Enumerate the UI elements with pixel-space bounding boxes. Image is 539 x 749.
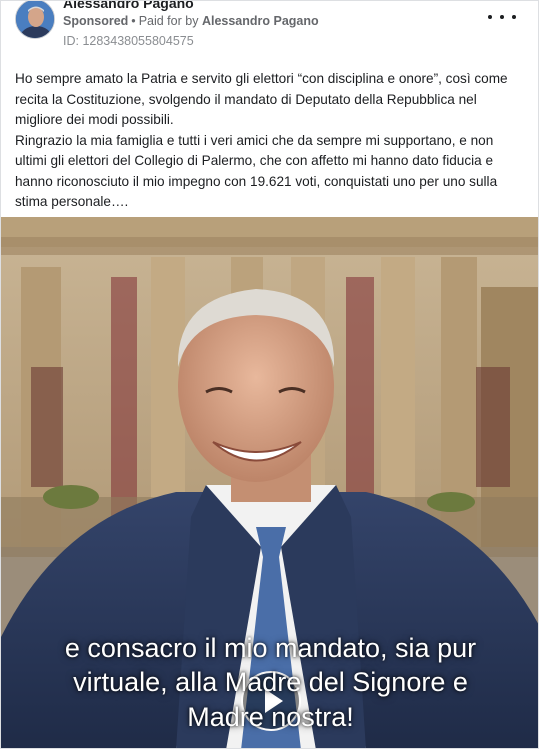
ad-post-card: Alessandro Pagano Sponsored • Paid for by … (0, 0, 539, 749)
video-caption-line: Madre nostra! (187, 702, 354, 732)
paid-for-name[interactable]: Alessandro Pagano (202, 14, 319, 28)
more-dot (512, 15, 516, 19)
post-header: Alessandro Pagano Sponsored • Paid for by … (1, 1, 538, 59)
more-dot (488, 15, 492, 19)
more-dot (500, 15, 504, 19)
more-options-icon[interactable] (488, 7, 516, 27)
video-caption-line: virtuale, alla Madre del Signore e (73, 667, 468, 697)
post-text: Ho sempre amato la Patria e servito gli … (15, 69, 527, 213)
sponsored-line: Sponsored • Paid for by Alessandro Pagano (63, 14, 319, 28)
ad-id: ID: 1283438055804575 (63, 34, 194, 48)
sponsored-label: Sponsored (63, 14, 129, 28)
post-paragraph: Ho sempre amato la Patria e servito gli … (15, 71, 508, 127)
video-caption-line: e consacro il mio mandato, sia pur (64, 633, 477, 663)
post-paragraph: Ringrazio la mia famiglia e tutti i veri… (15, 132, 498, 210)
author-name[interactable]: Alessandro Pagano (63, 1, 194, 11)
paid-for-prefix: Paid for by (138, 14, 199, 28)
meta-separator: • (131, 14, 136, 28)
author-avatar[interactable] (15, 1, 55, 39)
